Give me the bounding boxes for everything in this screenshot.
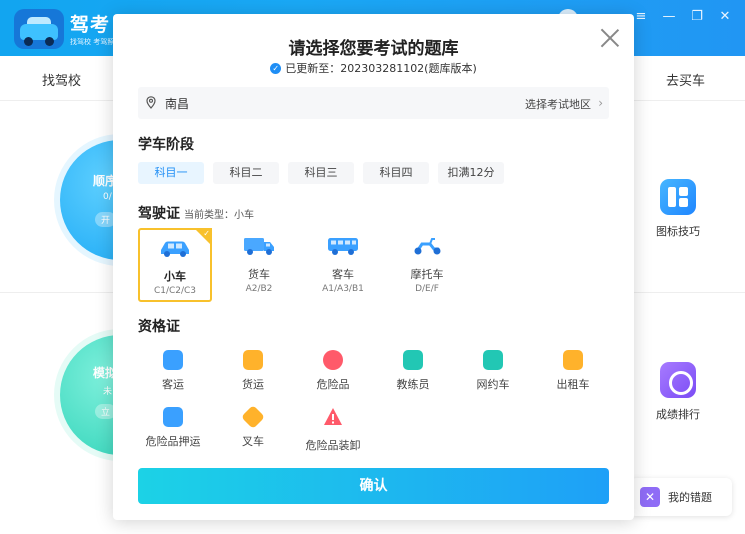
circle1-progress: 0/	[103, 192, 112, 202]
app-title: 驾考	[70, 14, 111, 36]
car-icon	[161, 241, 189, 257]
grid-icon	[660, 179, 696, 215]
license-car[interactable]: ✓ 小车 C1/C2/C3	[138, 228, 212, 302]
modal-title: 请选择您要考试的题库	[288, 39, 459, 59]
my-mistakes-button[interactable]: ✕ 我的错题	[630, 478, 732, 516]
license-bus[interactable]: 客车 A1/A3/B1	[306, 228, 380, 302]
location-city: 南昌	[165, 97, 190, 111]
qual-label: 教练员	[396, 378, 430, 391]
minimize-icon[interactable]: —	[659, 8, 679, 26]
license-codes: A1/A3/B1	[322, 284, 364, 294]
license-current: 当前类型：小车	[184, 210, 254, 221]
qual-ride-hailing[interactable]: 网约车	[458, 350, 528, 392]
update-info: ✓ 已更新至：202303281102(题库版本)	[113, 60, 634, 76]
subject-tab-1[interactable]: 科目一	[138, 162, 204, 184]
taxi-icon	[563, 350, 583, 370]
subject-tab-3[interactable]: 科目三	[288, 162, 354, 184]
my-mistakes-label: 我的错题	[668, 491, 712, 504]
lightning-icon	[163, 407, 183, 427]
qual-instructor[interactable]: 教练员	[378, 350, 448, 392]
license-name: 客车	[332, 268, 354, 281]
truck-icon	[244, 238, 274, 255]
license-truck[interactable]: 货车 A2/B2	[222, 228, 296, 302]
qual-freight[interactable]: 货运	[218, 350, 288, 392]
nav-find-school[interactable]: 找驾校	[42, 70, 81, 89]
nav-buy-car[interactable]: 去买车	[666, 70, 705, 89]
qual-label: 客运	[162, 378, 184, 391]
stage-title: 学车阶段	[138, 137, 194, 153]
license-name: 货车	[248, 268, 270, 281]
license-title-text: 驾驶证	[138, 206, 180, 222]
instructor-icon	[403, 350, 423, 370]
qualification-title: 资格证	[138, 319, 180, 335]
qual-label: 网约车	[476, 378, 510, 391]
qual-hazmat[interactable]: 危险品	[298, 350, 368, 392]
menu-icon[interactable]: ≡	[631, 8, 651, 26]
scooter-icon	[414, 238, 441, 255]
subject-tab-4[interactable]: 科目四	[363, 162, 429, 184]
app-subtitle: 找驾校 考驾照	[70, 38, 115, 46]
tool-label: 成绩排行	[656, 408, 700, 421]
qual-hazmat-escort[interactable]: 危险品押运	[138, 407, 208, 449]
qual-forklift[interactable]: 叉车	[218, 404, 288, 449]
close-window-icon[interactable]: ✕	[715, 8, 735, 26]
subject-tab-5[interactable]: 扣满12分	[438, 162, 504, 184]
tool-icon-tips[interactable]: 图标技巧	[643, 179, 713, 239]
qual-taxi[interactable]: 出租车	[538, 350, 608, 392]
close-icon[interactable]	[598, 26, 622, 50]
qual-label: 危险品装卸	[305, 439, 361, 452]
qual-label: 出租车	[556, 378, 590, 391]
bus-icon	[328, 238, 358, 255]
app-logo	[14, 9, 64, 49]
question-bank-modal: 请选择您要考试的题库 ✓ 已更新至：202303281102(题库版本) 南昌 …	[113, 14, 634, 520]
chevron-right-icon: ›	[598, 96, 603, 110]
license-motorcycle[interactable]: 摩托车 D/E/F	[390, 228, 464, 302]
window-controls: ≡ — ❐ ✕	[631, 8, 735, 26]
license-name: 摩托车	[410, 268, 444, 281]
qual-label: 叉车	[242, 435, 264, 448]
license-codes: A2/B2	[245, 284, 273, 294]
circle2-status: 未	[103, 387, 113, 397]
qual-passenger[interactable]: 客运	[138, 350, 208, 392]
update-text: 已更新至：202303281102(题库版本)	[285, 62, 477, 75]
x-icon: ✕	[640, 487, 660, 507]
qual-label: 危险品押运	[145, 435, 201, 448]
hazmat-icon	[323, 350, 343, 370]
tool-label: 图标技巧	[656, 225, 700, 238]
forklift-icon	[240, 404, 266, 430]
bus-icon	[163, 350, 183, 370]
maximize-icon[interactable]: ❐	[687, 8, 707, 26]
check-icon: ✓	[270, 62, 282, 74]
warning-icon	[324, 408, 342, 425]
rank-icon	[660, 362, 696, 398]
license-codes: C1/C2/C3	[153, 286, 197, 296]
qual-label: 危险品	[316, 378, 350, 391]
freight-icon	[243, 350, 263, 370]
qual-hazmat-loading[interactable]: 危险品装卸	[298, 407, 368, 453]
check-icon: ✓	[203, 229, 210, 238]
license-codes: D/E/F	[415, 284, 439, 294]
location-bar[interactable]: 南昌 选择考试地区 ›	[138, 87, 609, 119]
subject-tab-2[interactable]: 科目二	[213, 162, 279, 184]
confirm-button[interactable]: 确认	[138, 468, 609, 504]
license-title: 驾驶证 当前类型：小车	[138, 203, 254, 223]
car-icon	[483, 350, 503, 370]
select-region-link[interactable]: 选择考试地区	[525, 96, 591, 112]
qual-label: 货运	[242, 378, 264, 391]
tool-rank[interactable]: 成绩排行	[643, 362, 713, 422]
location-pin-icon	[146, 96, 156, 109]
license-name: 小车	[164, 270, 186, 283]
